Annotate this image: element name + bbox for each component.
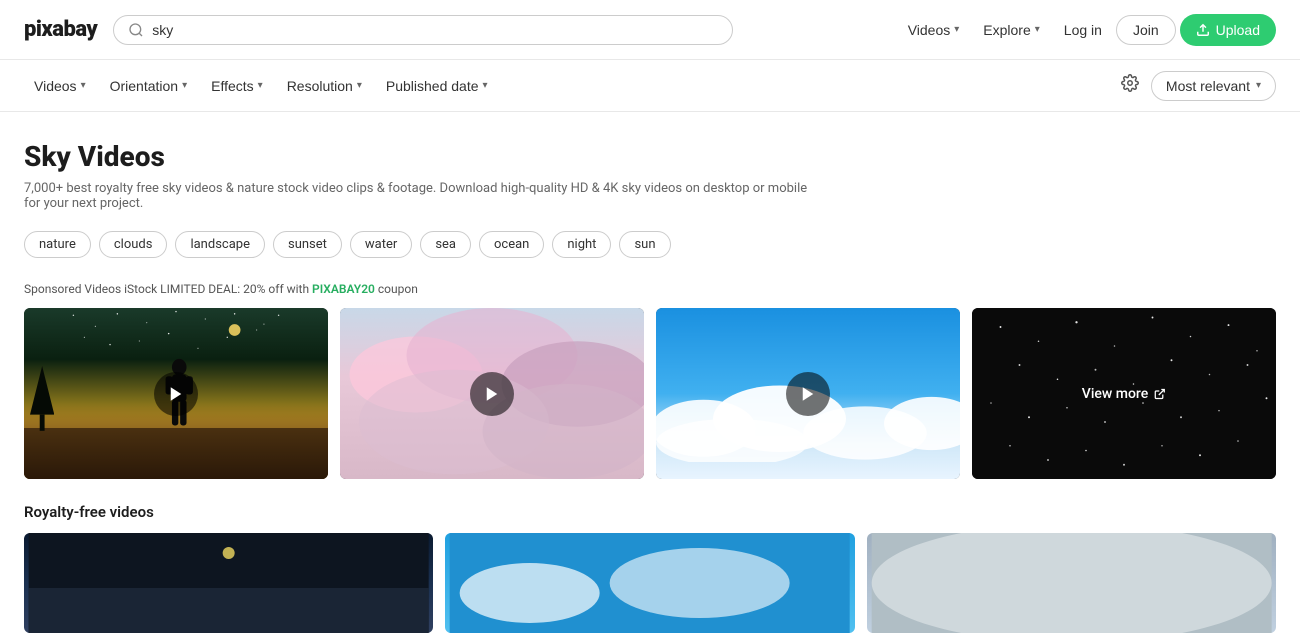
- filter-resolution-chevron-icon: ▾: [357, 80, 362, 91]
- tree-silhouette: [30, 366, 54, 431]
- join-button[interactable]: Join: [1116, 15, 1176, 45]
- filter-published-chevron-icon: ▾: [483, 80, 488, 91]
- sponsored-video-2[interactable]: [340, 308, 644, 479]
- gear-icon: [1121, 74, 1139, 92]
- royalty-free-video-2[interactable]: [445, 533, 854, 633]
- play-button-3[interactable]: [786, 372, 830, 416]
- page-title: Sky Videos: [24, 140, 1276, 173]
- search-bar: [113, 15, 733, 45]
- play-icon: [799, 385, 817, 403]
- filter-published-date-button[interactable]: Published date ▾: [376, 72, 498, 100]
- sponsored-video-1[interactable]: [24, 308, 328, 479]
- page-description: 7,000+ best royalty free sky videos & na…: [24, 181, 824, 211]
- blue-sky-bg: [445, 533, 854, 633]
- filter-videos-chevron-icon: ▾: [81, 80, 86, 91]
- filter-effects-button[interactable]: Effects ▾: [201, 72, 273, 100]
- sponsored-video-3[interactable]: [656, 308, 960, 479]
- coupon-link[interactable]: PIXABAY20: [312, 282, 375, 296]
- grey-sky-bg: [867, 533, 1276, 633]
- filter-videos-button[interactable]: Videos ▾: [24, 72, 96, 100]
- login-button[interactable]: Log in: [1054, 16, 1112, 44]
- tag-landscape[interactable]: landscape: [175, 231, 265, 258]
- royalty-free-video-3[interactable]: [867, 533, 1276, 633]
- sponsored-video-grid: View more: [24, 308, 1276, 479]
- filter-effects-chevron-icon: ▾: [258, 80, 263, 91]
- dark-sky-bg: [24, 533, 433, 633]
- play-button-2[interactable]: [470, 372, 514, 416]
- logo[interactable]: pixabay: [24, 17, 97, 42]
- tag-clouds[interactable]: clouds: [99, 231, 168, 258]
- tag-water[interactable]: water: [350, 231, 412, 258]
- filter-orientation-button[interactable]: Orientation ▾: [100, 72, 198, 100]
- tags-list: nature clouds landscape sunset water sea ocean…: [24, 231, 1276, 258]
- search-input[interactable]: [152, 22, 718, 38]
- videos-chevron-icon: ▾: [954, 24, 959, 35]
- header: pixabay Videos ▾ Explore ▾ Log in Join U…: [0, 0, 1300, 60]
- sort-button[interactable]: Most relevant ▾: [1151, 71, 1276, 101]
- filter-bar: Videos ▾ Orientation ▾ Effects ▾ Resolut…: [0, 60, 1300, 112]
- royalty-free-video-grid: [24, 533, 1276, 633]
- filter-resolution-button[interactable]: Resolution ▾: [277, 72, 372, 100]
- explore-nav-button[interactable]: Explore ▾: [973, 16, 1050, 44]
- tag-sun[interactable]: sun: [619, 231, 670, 258]
- play-icon: [167, 385, 185, 403]
- tag-ocean[interactable]: ocean: [479, 231, 544, 258]
- royalty-free-video-1[interactable]: [24, 533, 433, 633]
- explore-chevron-icon: ▾: [1035, 24, 1040, 35]
- sort-chevron-icon: ▾: [1256, 80, 1261, 91]
- tag-night[interactable]: night: [552, 231, 611, 258]
- main-content: Sky Videos 7,000+ best royalty free sky …: [0, 112, 1300, 633]
- settings-gear-button[interactable]: [1113, 68, 1147, 103]
- search-icon: [128, 22, 144, 38]
- filter-orientation-chevron-icon: ▾: [182, 80, 187, 91]
- upload-button[interactable]: Upload: [1180, 14, 1276, 46]
- tag-sea[interactable]: sea: [420, 231, 471, 258]
- view-more-label: View more: [1082, 386, 1166, 402]
- external-link-icon: [1154, 388, 1166, 400]
- tag-nature[interactable]: nature: [24, 231, 91, 258]
- play-button-1[interactable]: [154, 372, 198, 416]
- header-nav: Videos ▾ Explore ▾ Log in Join Upload: [898, 14, 1276, 46]
- tag-sunset[interactable]: sunset: [273, 231, 342, 258]
- royalty-free-label: Royalty-free videos: [24, 503, 1276, 521]
- play-icon: [483, 385, 501, 403]
- videos-nav-button[interactable]: Videos ▾: [898, 16, 970, 44]
- upload-icon: [1196, 23, 1210, 37]
- sponsored-bar: Sponsored Videos iStock LIMITED DEAL: 20…: [24, 282, 1276, 296]
- sponsored-video-more[interactable]: View more: [972, 308, 1276, 479]
